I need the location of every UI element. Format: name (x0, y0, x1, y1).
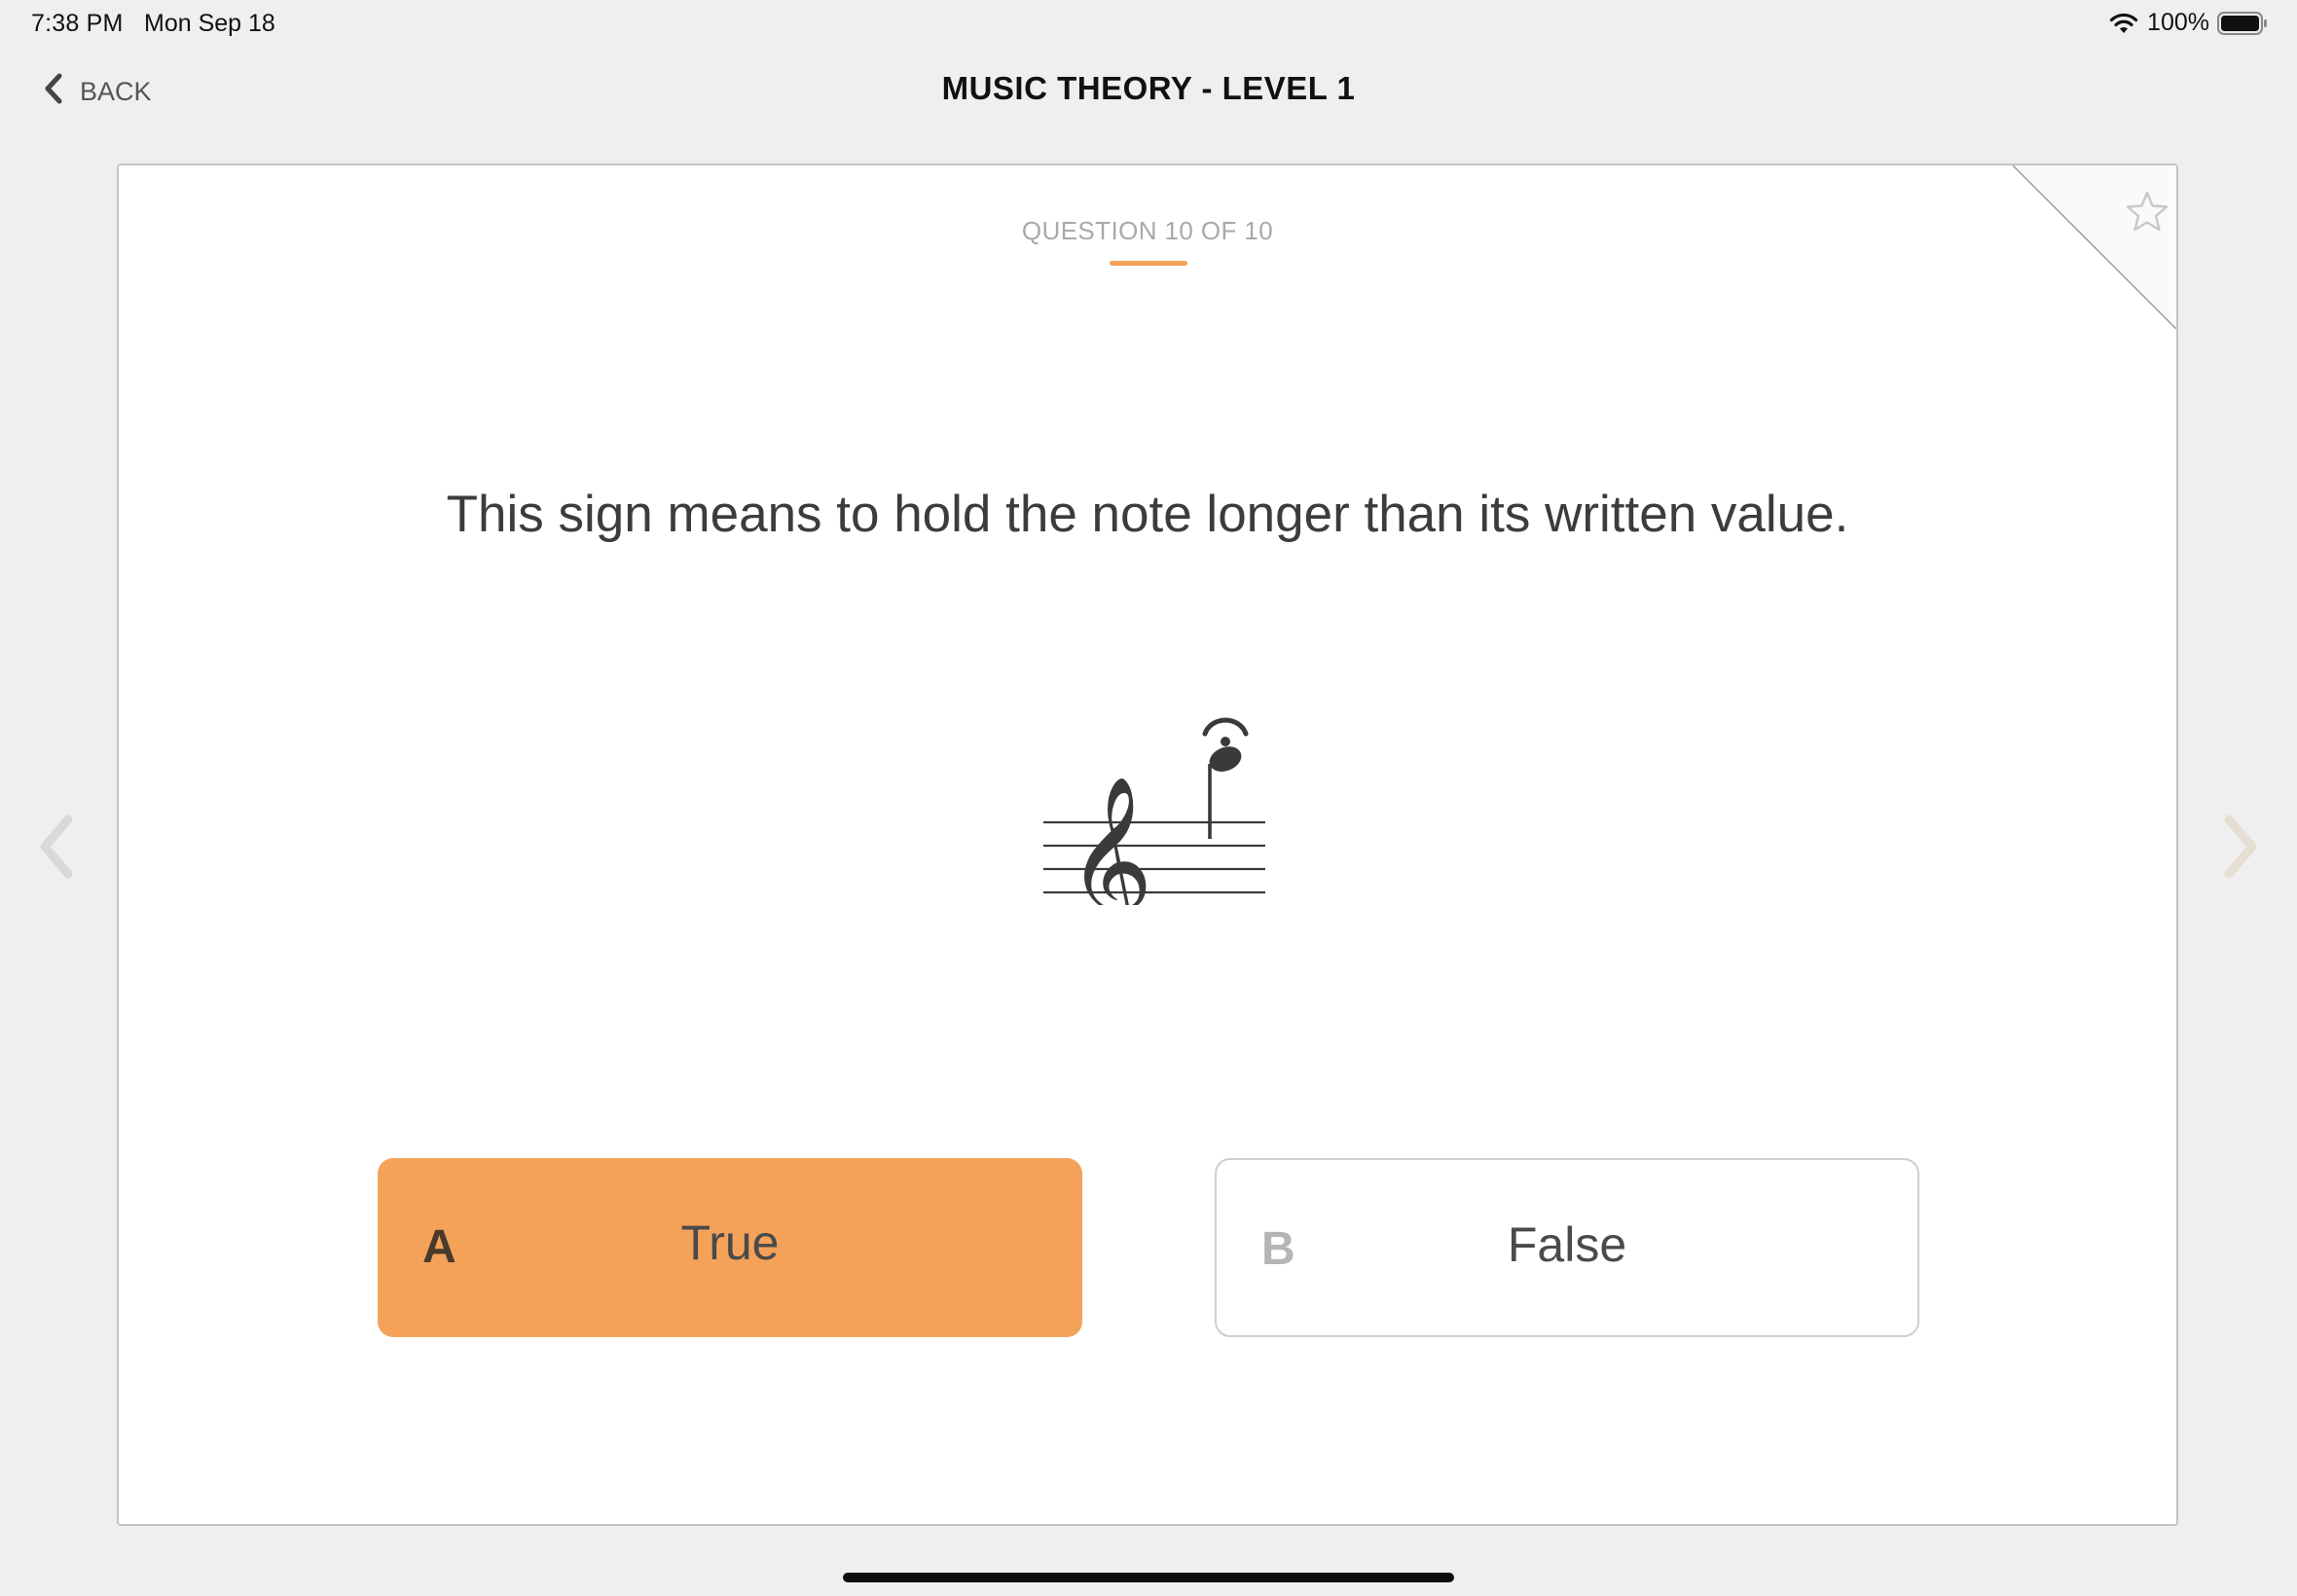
quarter-note-icon (1209, 746, 1242, 772)
status-right: 100% (2108, 9, 2268, 37)
music-notation-image: 𝄞 (1038, 710, 1271, 953)
home-indicator (843, 1573, 1454, 1582)
previous-question-button[interactable] (29, 808, 88, 886)
battery-icon (2217, 11, 2268, 36)
fermata-icon (1202, 717, 1249, 737)
wifi-icon (2108, 12, 2139, 35)
answer-option-b[interactable]: B False (1215, 1158, 1919, 1337)
counter-underline (1110, 261, 1187, 266)
battery-percent: 100% (2147, 9, 2209, 36)
status-bar: 7:38 PM Mon Sep 18 100% (0, 0, 2297, 47)
next-question-button[interactable] (2209, 808, 2268, 886)
status-date: Mon Sep 18 (144, 10, 275, 37)
question-counter: QUESTION 10 OF 10 (1021, 216, 1274, 245)
treble-clef-icon: 𝄞 (1067, 776, 1153, 905)
answer-text: False (1507, 1217, 1627, 1272)
status-time: 7:38 PM (31, 10, 124, 37)
question-card: QUESTION 10 OF 10 This sign means to hol… (117, 163, 2178, 1526)
answer-text: True (680, 1215, 780, 1270)
bookmark-button[interactable] (2012, 165, 2176, 330)
navigation-bar: BACK MUSIC THEORY - LEVEL 1 (0, 54, 2297, 123)
question-text: This sign means to hold the note longer … (446, 486, 1849, 543)
chevron-right-icon (2209, 815, 2268, 889)
answer-option-a[interactable]: A True (378, 1158, 1082, 1337)
chevron-left-icon (29, 815, 88, 889)
page-title: MUSIC THEORY - LEVEL 1 (941, 70, 1356, 106)
